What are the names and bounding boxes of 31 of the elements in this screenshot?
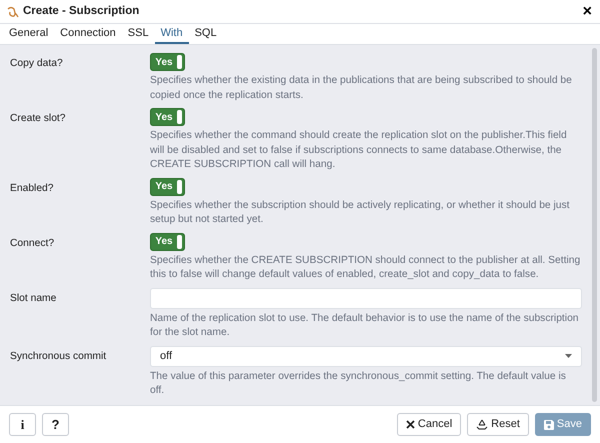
field-label: Connect? xyxy=(10,236,56,250)
help-text: Name of the replication slot to use. The default behavior is to use the name of the subscription for the slot name. xyxy=(150,312,580,340)
help-button[interactable]: ? xyxy=(42,413,69,436)
help-text: Specifies whether the existing data in the publications that are being subscribed to should be copied once the replication starts. xyxy=(150,74,573,102)
info-button[interactable]: i xyxy=(9,413,36,436)
toggle-switch[interactable]: Yes xyxy=(150,53,185,71)
field-label: Enabled? xyxy=(10,182,55,196)
tab[interactable]: General xyxy=(3,24,54,44)
window-title: Create - Subscription xyxy=(23,4,140,19)
tab[interactable]: Connection xyxy=(54,24,122,44)
reset-button[interactable]: Reset xyxy=(467,413,529,436)
scrollbar[interactable] xyxy=(592,48,597,402)
toggle-switch[interactable]: Yes xyxy=(150,108,185,126)
help-text: Specifies whether the subscription should be actively replicating, or whether it should be just setup but not started yet. xyxy=(150,198,571,227)
help-text: The value of this parameter overrides the synchronous_commit setting. The default value is off. xyxy=(150,370,567,398)
input-field[interactable] xyxy=(150,288,582,308)
toggle-switch[interactable]: Yes xyxy=(150,178,185,196)
select-field[interactable]: off xyxy=(150,346,582,366)
tab[interactable]: SSL xyxy=(122,24,155,44)
close-icon xyxy=(406,420,415,429)
close-button[interactable]: × xyxy=(580,4,594,20)
toggle-switch[interactable]: Yes xyxy=(150,232,185,250)
help-text: Specifies whether the command should create the replication slot on the publisher.This field will be disabled and set to false if subscriptions connects to same database.Otherwise, the CREATE SUBSCRIPTION call will hang. xyxy=(150,129,568,172)
field-label: Synchronous commit xyxy=(10,350,108,364)
field-label: Create slot? xyxy=(10,112,67,126)
field-label: Slot name xyxy=(10,292,58,306)
help-text: Specifies whether the CREATE SUBSCRIPTION should connect to the publisher at all. Setting this to false will change default values of enabled, create_slot and copy_data to false. xyxy=(150,254,582,282)
field-label: Copy data? xyxy=(10,57,64,71)
caret-icon xyxy=(565,354,572,358)
cancel-button[interactable]: Cancel xyxy=(396,413,462,436)
tab[interactable]: SQL xyxy=(188,24,223,44)
